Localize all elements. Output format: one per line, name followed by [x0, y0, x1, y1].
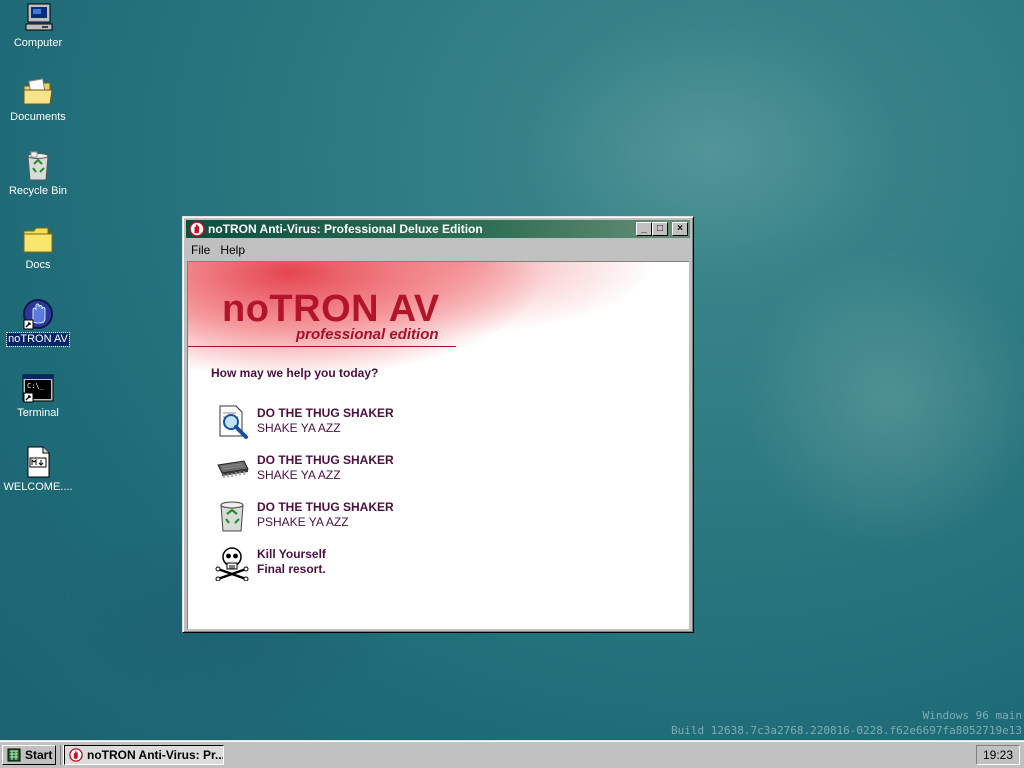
desktop-icon-recycle-bin[interactable]: Recycle Bin	[0, 150, 76, 198]
notron-window: noTRON Anti-Virus: Professional Deluxe E…	[182, 216, 694, 633]
taskbar-window-label: noTRON Anti-Virus: Pr...	[87, 748, 224, 762]
taskbar: Start noTRON Anti-Virus: Pr... 19:23	[0, 740, 1024, 768]
window-content: noTRON AV professional edition How may w…	[187, 261, 689, 629]
terminal-icon: C:\_	[22, 372, 54, 404]
desktop-icon-notron-av[interactable]: noTRON AV	[0, 298, 76, 347]
build-watermark: Windows 96 main Build 12638.7c3a2768.220…	[671, 708, 1022, 738]
svg-text:C:\_: C:\_	[27, 382, 45, 390]
option-subtitle: PSHAKE YA AZZ	[257, 515, 349, 529]
window-titlebar[interactable]: noTRON Anti-Virus: Professional Deluxe E…	[186, 220, 690, 238]
desktop-icon-label: Computer	[13, 37, 63, 49]
prompt-heading: How may we help you today?	[211, 366, 379, 380]
clock[interactable]: 19:23	[983, 748, 1013, 762]
folder-documents-icon	[22, 76, 54, 108]
option-title: Kill Yourself	[257, 547, 326, 561]
start-label: Start	[25, 748, 53, 762]
option-scan[interactable]: DO THE THUG SHAKER SHAKE YA AZZ	[214, 404, 574, 440]
maximize-icon: □	[656, 223, 664, 234]
option-memory[interactable]: DO THE THUG SHAKER SHAKE YA AZZ	[214, 451, 574, 487]
option-recycle[interactable]: DO THE THUG SHAKER PSHAKE YA AZZ	[214, 498, 574, 534]
option-subtitle: SHAKE YA AZZ	[257, 421, 341, 435]
desktop-icon-label: Recycle Bin	[8, 185, 68, 197]
notron-hand-icon	[22, 298, 54, 330]
desktop-icon-documents[interactable]: Documents	[0, 76, 76, 124]
option-kill[interactable]: Kill Yourself Final resort.	[214, 545, 574, 582]
desktop-icon-welcome[interactable]: WELCOME....	[0, 446, 76, 494]
desktop-icon-docs[interactable]: Docs	[0, 224, 76, 272]
start-logo-icon	[7, 748, 21, 762]
desktop-icon-label: Terminal	[17, 407, 59, 419]
menu-bar: File Help	[186, 240, 690, 260]
memory-chip-icon	[214, 451, 250, 487]
build-watermark-line: Build 12638.7c3a2768.220816-0228.f62e669…	[671, 724, 1022, 737]
brand-logo: noTRON AV	[222, 288, 440, 330]
skull-crossbones-icon	[214, 545, 250, 582]
minimize-icon: _	[641, 223, 647, 234]
desktop-icon-label: noTRON AV	[6, 332, 70, 347]
brand-edition: professional edition	[296, 326, 439, 343]
desktop-icon-label: WELCOME....	[3, 481, 73, 493]
option-title: DO THE THUG SHAKER	[257, 406, 394, 420]
magnifier-document-icon	[214, 404, 250, 440]
desktop-icon-label: Documents	[10, 111, 66, 123]
build-watermark-line: Windows 96 main	[922, 709, 1022, 722]
system-tray: 19:23	[976, 745, 1020, 765]
close-icon: ×	[677, 223, 683, 234]
desktop-icon-terminal[interactable]: C:\_ Terminal	[0, 372, 76, 420]
option-title: DO THE THUG SHAKER	[257, 453, 394, 467]
start-button[interactable]: Start	[2, 745, 56, 765]
taskbar-window-button[interactable]: noTRON Anti-Virus: Pr...	[64, 745, 224, 765]
computer-icon	[22, 2, 54, 34]
maximize-button[interactable]: □	[652, 222, 668, 236]
notron-app-icon	[69, 748, 83, 762]
recycle-bin-icon	[22, 150, 54, 182]
close-button[interactable]: ×	[672, 222, 688, 236]
menu-file[interactable]: File	[186, 240, 215, 260]
markdown-file-icon	[22, 446, 54, 478]
desktop-icon-label: Docs	[25, 259, 51, 271]
recycle-bin-icon	[214, 498, 250, 534]
divider	[188, 346, 456, 347]
minimize-button[interactable]: _	[636, 222, 652, 236]
window-title: noTRON Anti-Virus: Professional Deluxe E…	[208, 222, 483, 236]
wallpaper-cloud	[740, 250, 1024, 550]
option-subtitle: SHAKE YA AZZ	[257, 468, 341, 482]
notron-app-icon	[189, 221, 205, 237]
option-title: DO THE THUG SHAKER	[257, 500, 394, 514]
desktop-icon-computer[interactable]: Computer	[0, 2, 76, 50]
menu-help[interactable]: Help	[215, 240, 250, 260]
option-subtitle: Final resort.	[257, 562, 326, 576]
folder-icon	[22, 224, 54, 256]
